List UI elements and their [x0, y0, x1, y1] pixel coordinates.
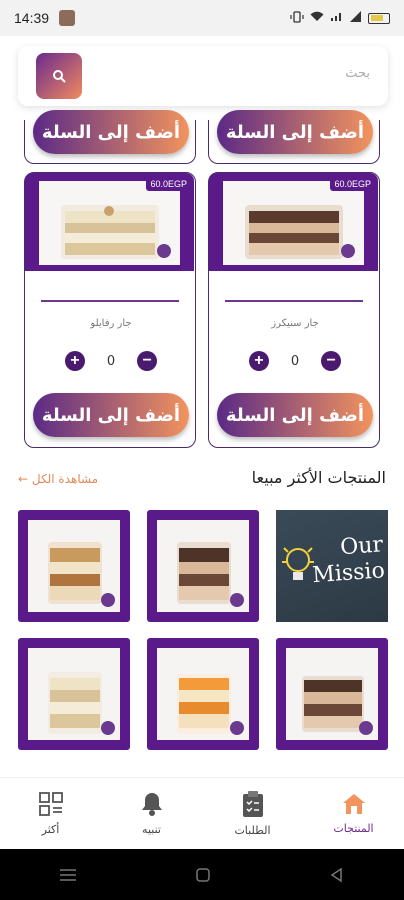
nav-label: المنتجات [333, 822, 374, 835]
add-to-cart-button[interactable]: أضف إلى السلة [33, 110, 189, 154]
divider [41, 300, 179, 302]
nav-label: الطلبات [234, 824, 271, 837]
nav-orders[interactable]: الطلبات [202, 778, 303, 849]
see-all-label: مشاهدة الكل [31, 472, 99, 486]
section-title: المنتجات الأكثر مبيعا [251, 468, 386, 487]
battery-icon [368, 12, 390, 24]
search-input[interactable]: بحث [345, 66, 370, 81]
notification-avatar-icon [59, 10, 76, 26]
quantity-stepper: + 0 − [25, 351, 197, 371]
divider [225, 300, 363, 302]
back-icon[interactable] [329, 867, 345, 883]
product-tile[interactable] [276, 638, 388, 750]
menu-icon[interactable] [59, 868, 77, 882]
home-button-icon[interactable] [195, 867, 211, 883]
nav-label: أكثر [41, 823, 60, 836]
add-to-cart-button[interactable]: أضف إلى السلة [217, 110, 373, 154]
quantity-stepper: + 0 − [209, 351, 381, 371]
add-to-cart-button[interactable]: أضف إلى السلة [217, 393, 373, 437]
product-card[interactable]: 60.0EGP جار رفايلو + 0 − أضف إلى السلة [24, 172, 196, 448]
arrow-left-icon: ← [18, 472, 29, 486]
grid-list-icon [38, 792, 63, 816]
wifi-icon [310, 11, 324, 25]
dessert-jar-image [245, 205, 355, 259]
signal-icon [330, 11, 344, 25]
nav-notifications[interactable]: تنبيه [101, 778, 202, 849]
status-icons [290, 10, 390, 26]
dessert-jar-image [302, 676, 373, 735]
price-badge: 60.0EGP [146, 177, 191, 191]
search-button[interactable] [36, 53, 82, 99]
add-to-cart-button[interactable]: أضف إلى السلة [33, 393, 189, 437]
clipboard-icon [242, 791, 263, 817]
product-tile[interactable] [147, 638, 259, 750]
product-tile[interactable] [147, 510, 259, 622]
dessert-jar-image [177, 542, 244, 607]
mission-text: Our Missio [311, 532, 386, 589]
dessert-jar-image [177, 674, 244, 735]
nav-products[interactable]: المنتجات [303, 778, 404, 849]
quantity-value: 0 [106, 353, 116, 369]
quantity-value: 0 [290, 353, 300, 369]
product-name: جار رفايلو [90, 318, 132, 329]
see-all-link[interactable]: مشاهدة الكل ← [18, 472, 98, 486]
product-card-partial: أضف إلى السلة [208, 110, 380, 164]
increase-button[interactable]: + [64, 351, 85, 371]
nav-label: تنبيه [142, 823, 161, 836]
system-nav-bar [0, 849, 404, 900]
dessert-jar-image [48, 542, 115, 607]
vibrate-icon [290, 10, 304, 26]
mission-tile[interactable]: Our Missio [276, 510, 388, 622]
bell-icon [141, 793, 162, 816]
nav-more[interactable]: أكثر [0, 778, 101, 849]
product-name: جار سنيكرز [271, 318, 319, 329]
product-card[interactable]: 60.0EGP جار سنيكرز + 0 − أضف إلى السلة [208, 172, 380, 448]
dessert-jar-image [48, 672, 115, 735]
status-time: 14:39 [14, 10, 50, 26]
status-bar: 14:39 [0, 0, 404, 36]
decrease-button[interactable]: − [321, 351, 342, 371]
product-tile[interactable] [18, 510, 130, 622]
product-tile[interactable] [18, 638, 130, 750]
dessert-jar-image [61, 205, 171, 259]
decrease-button[interactable]: − [137, 351, 158, 371]
bottom-nav: المنتجات الطلبات تنبيه أكثر [0, 777, 404, 849]
price-badge: 60.0EGP [330, 177, 375, 191]
search-icon [53, 70, 66, 83]
signal-icon-2 [350, 11, 362, 25]
search-bar[interactable]: بحث [18, 46, 388, 106]
product-card-partial: أضف إلى السلة [24, 110, 196, 164]
home-icon [342, 794, 365, 814]
increase-button[interactable]: + [248, 351, 269, 371]
